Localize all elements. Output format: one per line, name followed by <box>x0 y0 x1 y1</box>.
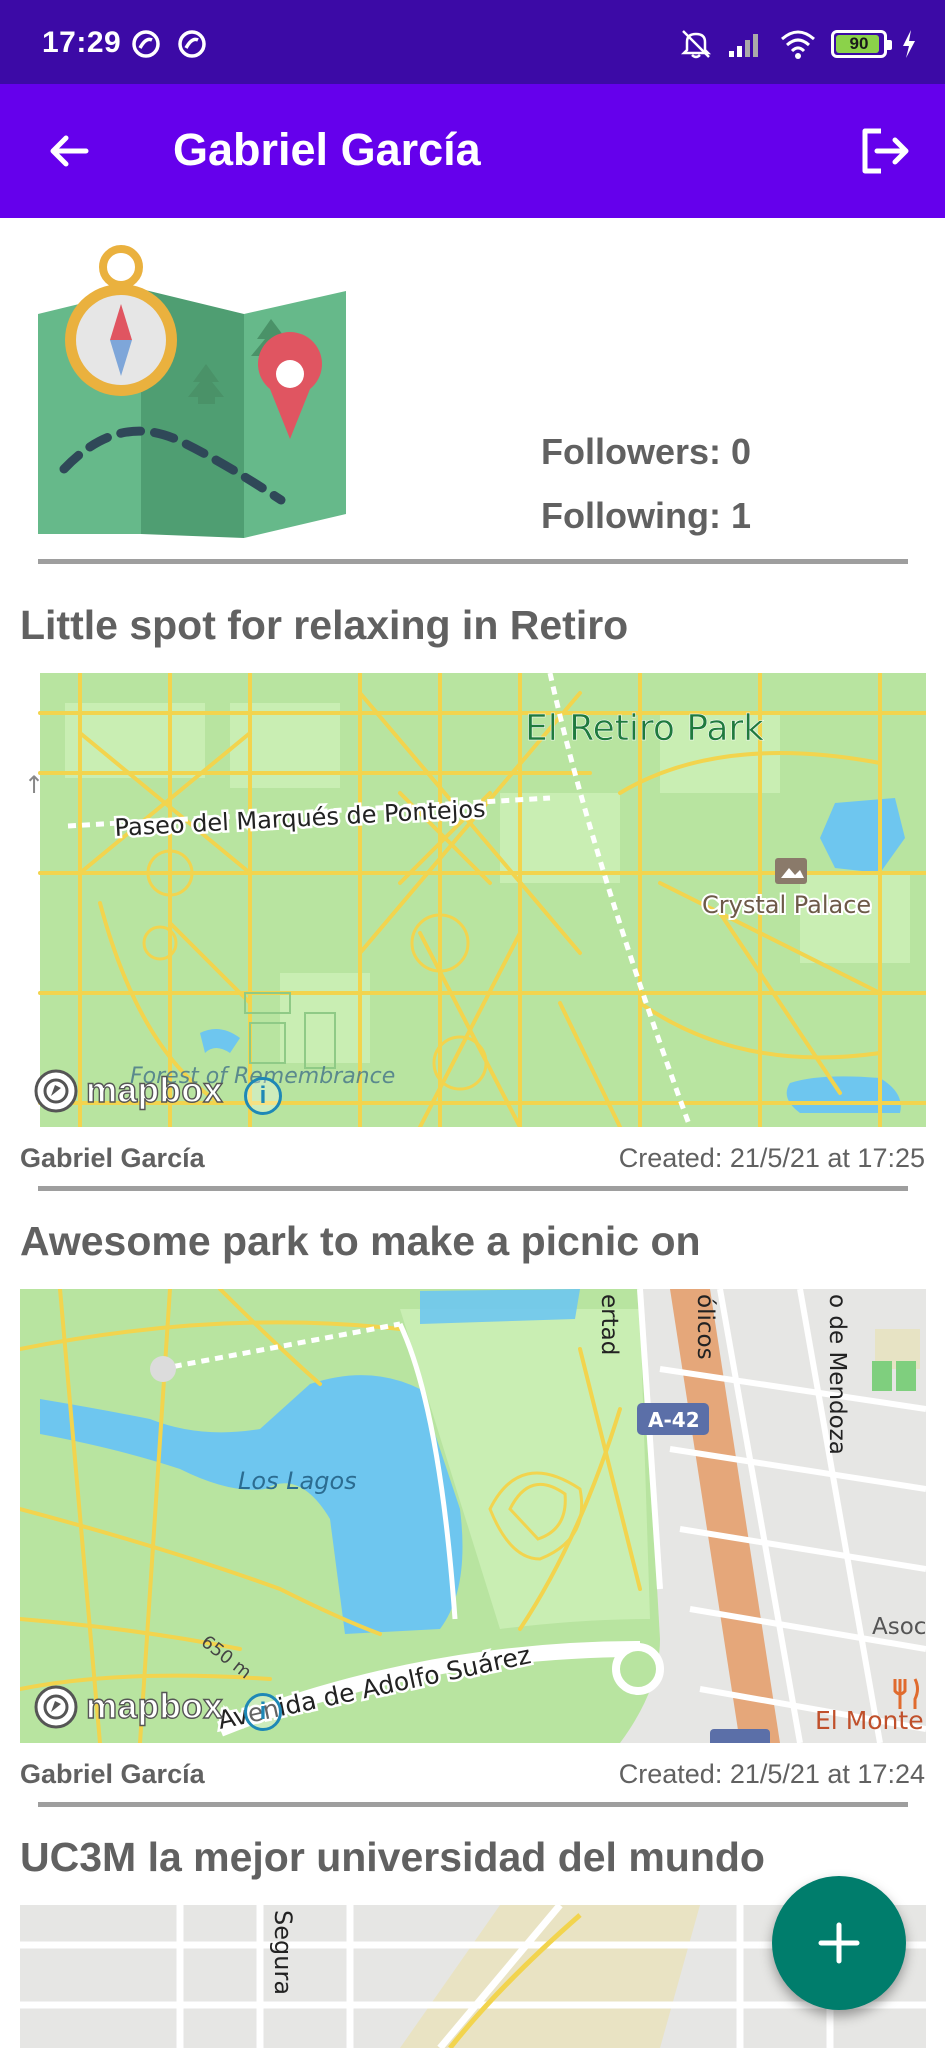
status-time: 17:29 <box>42 26 122 59</box>
map-los-lagos: A-42 Los Lagos Avenida de Adolfo Suárez … <box>20 1289 926 1743</box>
mapbox-mark-icon <box>34 1069 78 1113</box>
battery-icon: 90 <box>831 30 892 58</box>
post-map[interactable]: El Retiro Park Paseo del Marqués de Pont… <box>20 673 926 1127</box>
post-title[interactable]: Little spot for relaxing in Retiro <box>20 602 628 649</box>
dnd-icon <box>132 30 160 58</box>
map-label-place: El Monte <box>815 1706 924 1735</box>
mute-icon <box>680 30 712 59</box>
mapbox-wordmark: mapbox <box>85 1686 224 1726</box>
post-date: Created: 21/5/21 at 17:25 <box>618 1143 925 1173</box>
charging-icon <box>903 30 915 58</box>
profile-stats: Followers: 0 Following: 1 <box>541 420 751 548</box>
map-label-lake: Los Lagos <box>238 1467 357 1495</box>
battery-level: 90 <box>849 34 869 53</box>
page-title: Gabriel García <box>173 124 481 175</box>
post-title[interactable]: Awesome park to make a picnic on <box>20 1218 701 1265</box>
map-info-button[interactable]: i <box>244 1693 282 1731</box>
post-map[interactable]: A-42 Los Lagos Avenida de Adolfo Suárez … <box>20 1289 926 1743</box>
add-post-button[interactable] <box>772 1876 906 2010</box>
logout-icon <box>862 128 909 174</box>
plus-icon <box>818 1922 860 1964</box>
status-icons: 90 <box>679 26 917 62</box>
profile-divider <box>38 559 908 564</box>
logout-button[interactable] <box>853 119 917 183</box>
post-author: Gabriel García <box>20 1759 205 1789</box>
avatar-map-icon <box>38 245 346 538</box>
following-count[interactable]: Following: 1 <box>541 484 751 548</box>
map-retiro: El Retiro Park Paseo del Marqués de Pont… <box>20 673 926 1127</box>
mapbox-wordmark: mapbox <box>85 1070 224 1110</box>
museum-icon <box>775 858 807 884</box>
map-label-street-top2: ólicos <box>692 1294 718 1360</box>
mapbox-logo[interactable]: mapbox <box>32 1683 223 1731</box>
map-label-street: Segura <box>269 1910 297 1995</box>
post-divider <box>38 1186 908 1191</box>
mapbox-logo[interactable]: mapbox <box>32 1067 223 1115</box>
back-button[interactable] <box>36 119 100 183</box>
wifi-icon <box>781 30 815 59</box>
sync-icon <box>178 30 206 58</box>
post-divider <box>38 1802 908 1807</box>
highway-shield: A-42 <box>637 1403 709 1435</box>
app-bar: Gabriel García <box>0 84 945 218</box>
post-author: Gabriel García <box>20 1143 205 1173</box>
signal-icon <box>729 34 758 57</box>
highway-label: A-42 <box>648 1408 700 1432</box>
followers-count[interactable]: Followers: 0 <box>541 420 751 484</box>
map-label-poi: Crystal Palace <box>702 891 871 919</box>
map-label-street-top: ertad <box>596 1294 622 1355</box>
post-date: Created: 21/5/21 at 17:24 <box>618 1759 925 1789</box>
map-label-park: El Retiro Park <box>525 708 764 749</box>
status-bar: 17:29 90 <box>0 0 945 84</box>
post-title[interactable]: UC3M la mejor universidad del mundo <box>20 1834 765 1881</box>
map-info-button[interactable]: i <box>244 1077 282 1115</box>
map-label-place2: Asoc <box>872 1614 926 1640</box>
arrow-back-icon <box>50 135 89 167</box>
map-label-street-right: o de Mendoza <box>824 1294 850 1455</box>
svg-text:↑: ↑ <box>24 771 44 799</box>
mapbox-mark-icon <box>34 1685 78 1729</box>
